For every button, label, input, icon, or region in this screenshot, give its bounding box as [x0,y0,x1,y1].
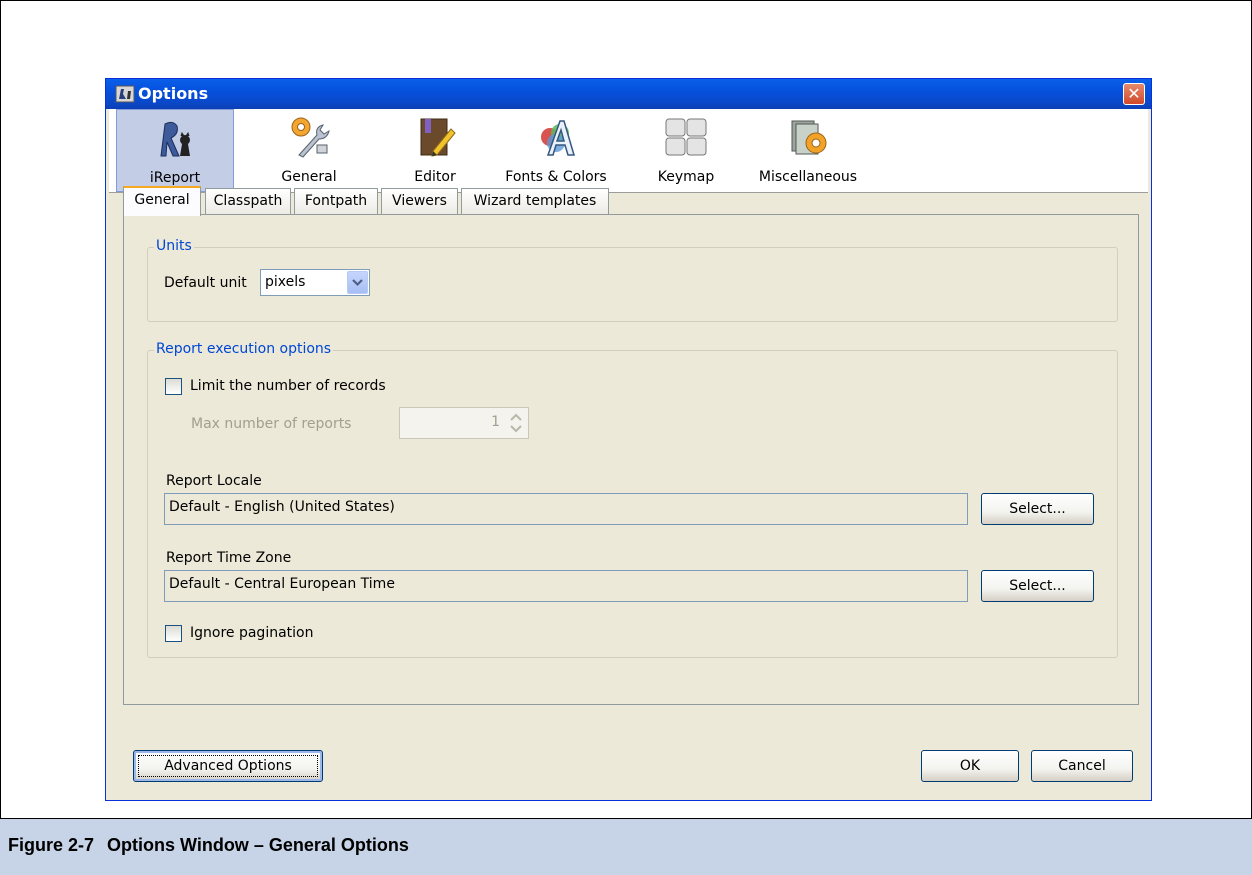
spinner-arrows-icon[interactable] [506,410,526,436]
report-timezone-field[interactable]: Default - Central European Time [164,570,968,602]
max-reports-spinner[interactable]: 1 [399,407,529,439]
category-label: iReport [149,170,201,186]
category-editor[interactable]: Editor [385,109,485,192]
report-locale-value: Default - English (United States) [169,499,395,515]
ireport-icon [160,121,190,157]
book-pencil-icon [420,118,456,157]
window-title: Options [138,84,209,103]
tab-label: Classpath [213,193,283,209]
tab-general[interactable]: General [123,186,201,216]
limit-records-label[interactable]: Limit the number of records [190,378,386,394]
app-icon [115,85,135,103]
cancel-button[interactable]: Cancel [1031,750,1133,782]
advanced-options-button[interactable]: Advanced Options [133,750,323,782]
ignore-pagination-label[interactable]: Ignore pagination [190,625,313,641]
chevron-down-icon [352,279,363,287]
default-unit-label: Default unit [164,275,247,291]
figure-frame: Options ✕ iReport General Editor Fonts &… [0,0,1252,820]
default-unit-combo[interactable]: pixels [260,269,370,296]
tab-label: Wizard templates [473,193,597,209]
button-label: Select... [1009,501,1066,517]
keyboard-icon [665,118,707,156]
tab-label: Viewers [392,193,447,209]
category-toolbar: iReport General Editor Fonts & Colors Ke… [109,109,1148,193]
button-label: Cancel [1058,758,1106,774]
units-legend: Units [154,238,194,254]
locale-select-button[interactable]: Select... [981,493,1094,525]
category-keymap[interactable]: Keymap [636,109,736,192]
category-fonts-colors[interactable]: Fonts & Colors [490,109,622,192]
figure-caption: Figure 2-7 Options Window – General Opti… [0,818,1252,875]
button-label: Select... [1009,578,1066,594]
limit-records-checkbox[interactable] [165,378,182,395]
category-label: Fonts & Colors [505,169,607,185]
report-timezone-label: Report Time Zone [166,550,292,566]
report-locale-label: Report Locale [166,473,262,489]
tab-fontpath[interactable]: Fontpath [294,188,378,214]
category-general[interactable]: General [251,109,367,192]
title-bar[interactable]: Options ✕ [106,79,1151,109]
combo-arrow-button[interactable] [347,271,368,294]
figure-title: Options Window – General Options [107,835,409,855]
close-icon: ✕ [1127,84,1141,103]
default-unit-value: pixels [265,274,306,290]
category-ireport[interactable]: iReport [116,109,234,192]
tab-classpath[interactable]: Classpath [205,188,291,214]
tab-label: Fontpath [304,193,368,209]
tab-label: General [134,192,190,208]
report-timezone-value: Default - Central European Time [169,576,395,592]
misc-gear-icon [791,120,827,155]
execution-legend: Report execution options [154,341,334,357]
options-dialog: Options ✕ iReport General Editor Fonts &… [105,78,1152,801]
font-palette-icon [541,120,576,156]
category-label: Keymap [657,169,715,185]
button-label: OK [959,758,981,774]
ok-button[interactable]: OK [921,750,1019,782]
figure-number: Figure 2-7 [8,835,95,855]
category-label: General [281,169,337,185]
category-miscellaneous[interactable]: Miscellaneous [743,109,873,192]
ignore-pagination-checkbox[interactable] [165,625,182,642]
max-reports-value: 1 [491,414,500,430]
tab-viewers[interactable]: Viewers [381,188,458,214]
category-label: Editor [414,169,456,185]
wrench-gear-icon [291,117,330,158]
close-button[interactable]: ✕ [1123,83,1145,105]
tab-wizard-templates[interactable]: Wizard templates [461,188,609,214]
timezone-select-button[interactable]: Select... [981,570,1094,602]
button-label: Advanced Options [164,758,292,774]
report-locale-field[interactable]: Default - English (United States) [164,493,968,525]
max-reports-label: Max number of reports [191,416,352,432]
category-label: Miscellaneous [758,169,858,185]
